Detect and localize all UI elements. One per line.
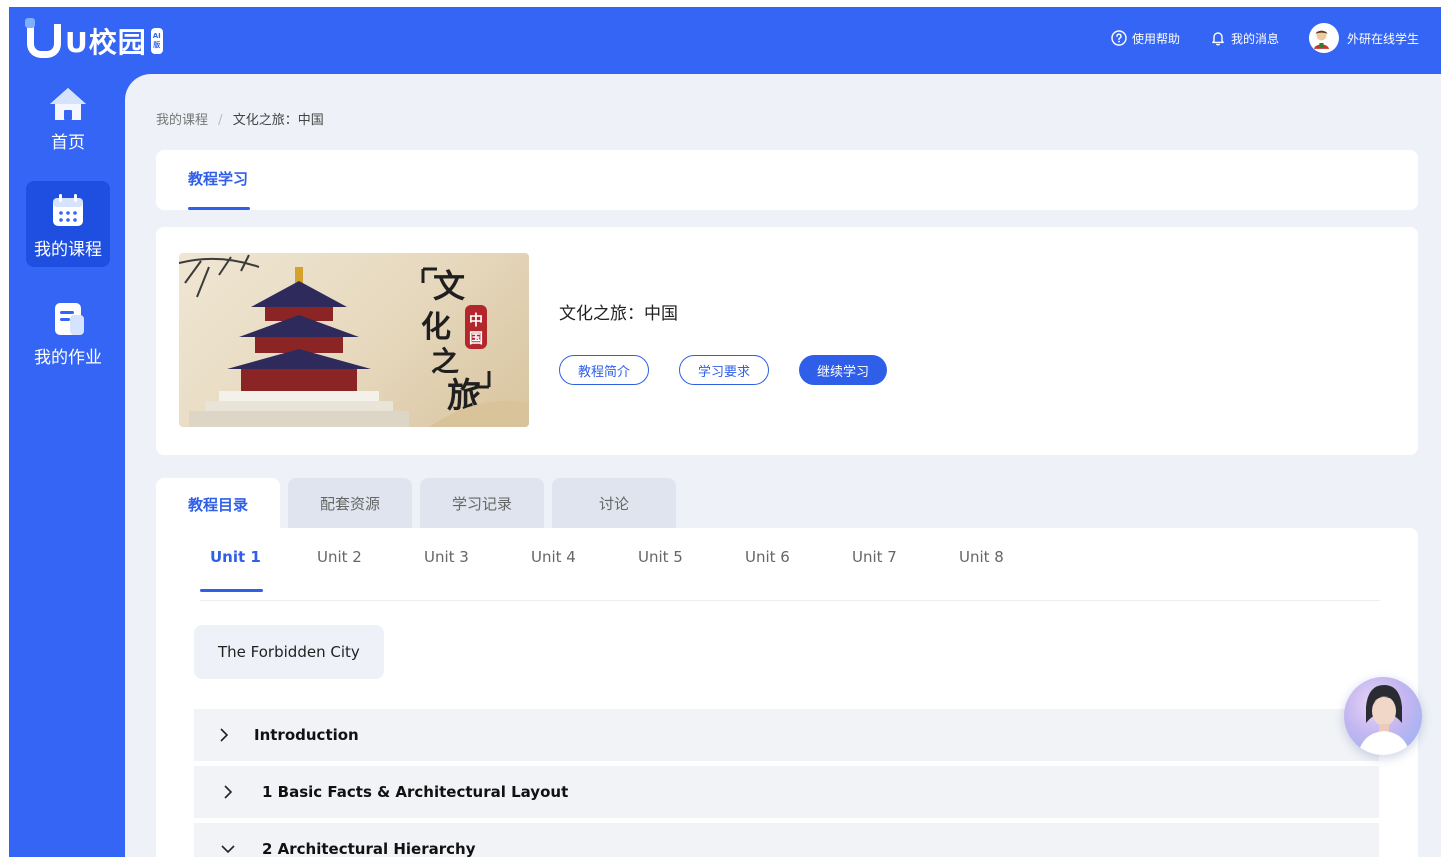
course-card: 文 化 之 旅 中 国 文化之旅：中国 教程简介 学习要求 继续学习 — [156, 227, 1418, 455]
help-link[interactable]: 使用帮助 — [1111, 30, 1180, 47]
sidebar-item-label: 首页 — [51, 133, 85, 153]
banner-char-1: 文 — [433, 267, 465, 305]
unit-tab-8[interactable]: Unit 8 — [949, 548, 1056, 600]
outline-item-label: 1 Basic Facts & Architectural Layout — [262, 783, 569, 801]
unit-tab-7[interactable]: Unit 7 — [842, 548, 949, 600]
document-icon — [46, 297, 90, 341]
chevron-right-icon — [194, 728, 254, 742]
page-tab-bar: 教程学习 — [156, 150, 1418, 210]
tab-tutorial-study[interactable]: 教程学习 — [188, 168, 248, 189]
help-label: 使用帮助 — [1131, 31, 1180, 46]
top-header: U校园 AI版 使用帮助 我的消息 外研在线学生 — [9, 7, 1441, 74]
sidebar-item-label: 我的课程 — [34, 240, 102, 260]
continue-learning-button[interactable]: 继续学习 — [799, 355, 888, 385]
user-avatar-icon — [1308, 25, 1334, 51]
unit-tabs-divider — [200, 600, 1380, 601]
banner-stamp-char-1: 中 — [469, 312, 483, 329]
catalog-panel: Unit 1 Unit 2 Unit 3 Unit 4 Unit 5 Unit … — [156, 528, 1418, 857]
banner-stamp-char-2: 国 — [469, 331, 483, 347]
ai-assistant-button[interactable] — [1344, 677, 1422, 755]
tab-discussion[interactable]: 讨论 — [552, 478, 676, 528]
unit-tabs: Unit 1 Unit 2 Unit 3 Unit 4 Unit 5 Unit … — [200, 548, 1056, 600]
course-actions: 教程简介 学习要求 继续学习 — [559, 355, 917, 385]
breadcrumb-current: 文化之旅：中国 — [232, 113, 324, 128]
unit-tab-2[interactable]: Unit 2 — [307, 548, 414, 600]
outline-item-basic-facts[interactable]: 1 Basic Facts & Architectural Layout — [194, 766, 1379, 818]
sidebar-item-my-courses[interactable]: 我的课程 — [26, 181, 110, 267]
sidebar-item-label: 我的作业 — [34, 348, 102, 368]
tab-resources[interactable]: 配套资源 — [288, 478, 412, 528]
bell-icon — [1212, 32, 1224, 46]
breadcrumb-separator: / — [218, 113, 223, 128]
chevron-down-icon — [194, 843, 262, 855]
section-tabs: 教程目录 配套资源 学习记录 讨论 — [156, 478, 684, 530]
app-frame: U校园 AI版 使用帮助 我的消息 外研在线学生 首页 我的课程 我的作业 我的… — [9, 7, 1441, 857]
unit-title-chip: The Forbidden City — [194, 625, 384, 679]
logo-mark-icon — [25, 18, 61, 58]
course-banner: 文 化 之 旅 中 国 — [179, 253, 529, 427]
breadcrumb-root-link[interactable]: 我的课程 — [156, 113, 208, 128]
outline-item-introduction[interactable]: Introduction — [194, 709, 1379, 761]
temple-illustration: 文 化 之 旅 中 国 — [179, 254, 529, 427]
tab-course-catalog[interactable]: 教程目录 — [156, 478, 280, 530]
unit-tab-4[interactable]: Unit 4 — [521, 548, 628, 600]
unit-tab-6[interactable]: Unit 6 — [735, 548, 842, 600]
header-actions: 使用帮助 我的消息 外研在线学生 — [1081, 23, 1419, 53]
logo-text: U校园 — [65, 26, 147, 59]
logo-ai-badge: AI版 — [150, 28, 163, 54]
calendar-icon — [46, 189, 90, 233]
outline-item-architectural-hierarchy[interactable]: 2 Architectural Hierarchy — [194, 823, 1379, 857]
sidebar: 首页 我的课程 我的作业 — [9, 74, 125, 857]
chevron-right-icon — [194, 785, 262, 799]
sidebar-item-my-homework[interactable]: 我的作业 — [26, 289, 110, 375]
assistant-avatar-icon — [1358, 685, 1410, 755]
course-intro-button[interactable]: 教程简介 — [559, 355, 650, 385]
avatar — [1308, 23, 1339, 53]
unit-tab-5[interactable]: Unit 5 — [628, 548, 735, 600]
tab-learning-records[interactable]: 学习记录 — [420, 478, 544, 528]
learning-requirements-button[interactable]: 学习要求 — [679, 355, 770, 385]
banner-char-3: 之 — [431, 345, 459, 378]
outline-item-label: Introduction — [254, 726, 359, 744]
messages-link[interactable]: 我的消息 — [1210, 30, 1279, 47]
messages-label: 我的消息 — [1230, 31, 1279, 46]
outline-item-label: 2 Architectural Hierarchy — [262, 840, 476, 857]
tab-active-indicator — [188, 207, 250, 210]
main-content: 我的课程 / 文化之旅：中国 教程学习 文 化 之 旅 中 国 文化之旅：中国 … — [125, 74, 1441, 857]
unit-tab-1[interactable]: Unit 1 — [200, 548, 307, 600]
unit-tab-3[interactable]: Unit 3 — [414, 548, 521, 600]
home-icon — [46, 82, 90, 126]
user-menu[interactable]: 外研在线学生 — [1308, 23, 1419, 53]
app-logo[interactable]: U校园 AI版 — [25, 18, 163, 61]
breadcrumb: 我的课程 / 文化之旅：中国 — [156, 109, 324, 128]
course-title: 文化之旅：中国 — [559, 304, 678, 324]
banner-char-2: 化 — [421, 310, 451, 345]
help-circle-icon — [1111, 30, 1127, 46]
user-name: 外研在线学生 — [1346, 31, 1419, 46]
sidebar-item-home[interactable]: 首页 — [26, 74, 110, 160]
